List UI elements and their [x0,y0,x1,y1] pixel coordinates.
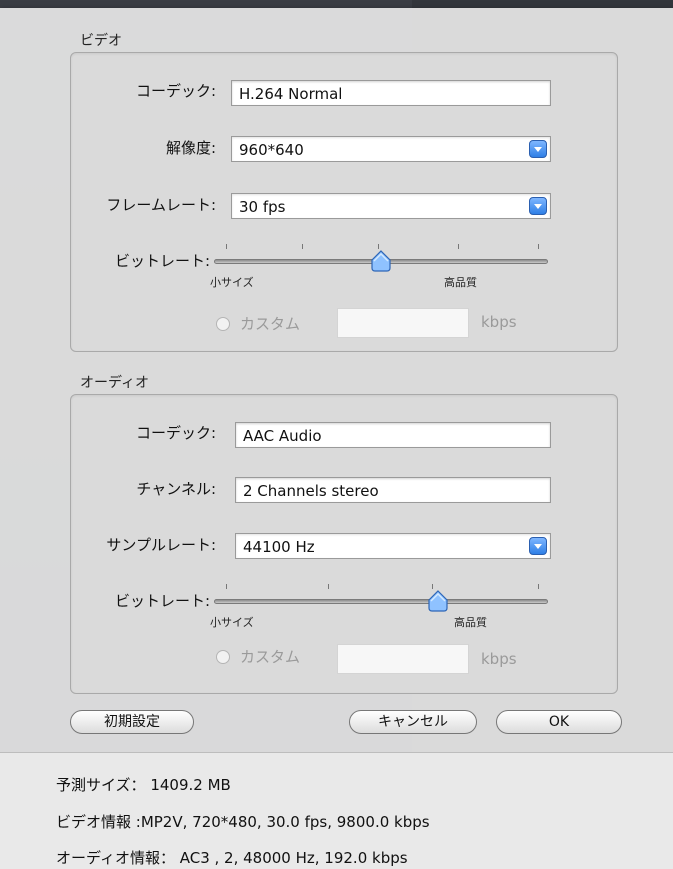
slider-tick [538,584,539,589]
audio-bitrate-slider-track[interactable] [214,599,548,604]
video-resolution-popup[interactable]: 960*640 [231,136,551,162]
estimated-size-text: 予測サイズ： 1409.2 MB [56,776,231,794]
video-bitrate-slider-thumb[interactable] [370,250,392,276]
audio-bitrate-slider-thumb[interactable] [427,590,449,616]
audio-info-text: オーディオ情報： AC3 , 2, 48000 Hz, 192.0 kbps [56,849,408,867]
video-codec-label: コーデック: [135,82,216,100]
audio-custom-unit: kbps [481,650,517,668]
ok-button[interactable]: OK [496,710,622,734]
audio-bitrate-label: ビットレート: [114,592,210,610]
video-framerate-popup[interactable]: 30 fps [231,193,551,219]
slider-tick [226,244,227,249]
audio-group-title: オーディオ [80,375,150,391]
audio-custom-bitrate-input[interactable] [337,644,469,674]
reset-button[interactable]: 初期設定 [70,710,194,734]
video-framerate-value: 30 fps [239,198,286,216]
audio-bitrate-min-label: 小サイズ [210,616,254,629]
video-bitrate-label: ビットレート: [114,252,210,270]
audio-custom-label: カスタム [240,648,301,666]
video-resolution-value: 960*640 [239,141,304,159]
video-bitrate-max-label: 高品質 [444,276,477,289]
video-custom-label: カスタム [240,315,301,333]
slider-tick [432,584,433,589]
video-group-title: ビデオ [80,33,122,49]
audio-codec-field[interactable]: AAC Audio [235,422,551,448]
video-framerate-label: フレームレート: [106,196,216,214]
popup-arrow-icon [529,140,547,158]
video-custom-bitrate-input[interactable] [337,308,469,338]
popup-arrow-icon [529,537,547,555]
audio-codec-label: コーデック: [135,424,216,442]
popup-arrow-icon [529,197,547,215]
video-info-text: ビデオ情報 :MP2V, 720*480, 30.0 fps, 9800.0 k… [56,813,430,831]
audio-samplerate-label: サンプルレート: [106,536,216,554]
video-codec-field[interactable]: H.264 Normal [231,80,551,106]
video-custom-radio[interactable] [216,317,230,331]
video-bitrate-min-label: 小サイズ [210,276,254,289]
slider-tick [538,244,539,249]
audio-channel-label: チャンネル: [136,480,216,498]
cancel-button[interactable]: キャンセル [349,710,477,734]
slider-tick [378,244,379,249]
audio-channel-field[interactable]: 2 Channels stereo [235,477,551,503]
audio-bitrate-max-label: 高品質 [454,616,487,629]
encode-settings-sheet: ビデオ コーデック: H.264 Normal 解像度: 960*640 フレー… [0,8,673,869]
audio-custom-radio[interactable] [216,650,230,664]
slider-tick [328,584,329,589]
audio-samplerate-value: 44100 Hz [243,538,315,556]
slider-tick [458,244,459,249]
slider-tick [226,584,227,589]
slider-tick [302,244,303,249]
video-resolution-label: 解像度: [165,139,216,157]
video-custom-unit: kbps [481,313,517,331]
audio-samplerate-popup[interactable]: 44100 Hz [235,533,551,559]
